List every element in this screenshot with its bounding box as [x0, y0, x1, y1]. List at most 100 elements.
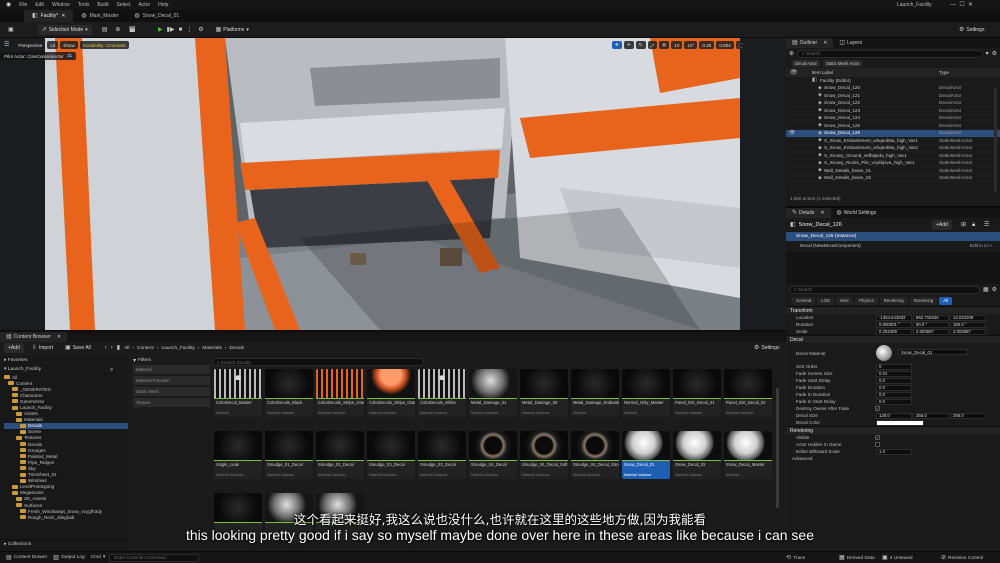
- add-button[interactable]: +Add: [4, 343, 24, 353]
- blueprint-icon[interactable]: ⊞: [961, 222, 966, 228]
- asset-tile[interactable]: ColorDecals_White Material Instance: [418, 369, 466, 417]
- menu-item-select[interactable]: Select: [117, 2, 131, 8]
- asset-tile[interactable]: Snow_Decal_02 Material Instance: [673, 431, 721, 479]
- content-drawer-button[interactable]: ▤ Content Drawer: [6, 555, 47, 561]
- actor-name[interactable]: Snow_Decal_126: [799, 222, 842, 228]
- location-x[interactable]: -1364.543832: [876, 314, 912, 321]
- asset-tile[interactable]: Metal_Damage_01 Material Instance: [469, 369, 517, 417]
- add-component-button[interactable]: +Add: [932, 220, 952, 230]
- outliner-search-input[interactable]: ⌕ Search: [797, 49, 983, 58]
- tab-layers[interactable]: ◫ Layers: [833, 38, 868, 48]
- outliner-row[interactable]: ◈ Snow_Decal_123 DecalActor: [786, 107, 1000, 115]
- gear-icon[interactable]: ⚙: [992, 287, 997, 293]
- close-icon[interactable]: ✕: [61, 13, 65, 19]
- filter-item[interactable]: Material: [133, 365, 210, 374]
- outliner-row[interactable]: ◈ S_Snow_Embankment_whqeob5a_high_Var2 Sta…: [786, 145, 1000, 153]
- play-options-icon[interactable]: ⋮: [186, 27, 192, 33]
- rotation-y[interactable]: 90.0 °: [913, 321, 949, 328]
- rotation-z[interactable]: 180.0 °: [950, 321, 986, 328]
- menu-icon[interactable]: ☰: [984, 222, 989, 228]
- outliner-row[interactable]: ◈ Wall_Details_beam_02 StaticMeshActor: [786, 175, 1000, 183]
- component-row[interactable]: Decal (NewDecalComponent) Edit in C++: [786, 241, 1000, 250]
- billboard-value[interactable]: 1.0: [876, 448, 912, 455]
- filter-chip[interactable]: Static Mesh Actor: [822, 60, 863, 67]
- asset-tile[interactable]: Snow_Decal_01 Material Instance: [622, 431, 670, 479]
- unsaved-button[interactable]: ▣ 4 Unsaved: [882, 555, 913, 561]
- decal-size-x[interactable]: 128.0: [876, 412, 912, 419]
- import-button[interactable]: ⇩ Import: [28, 343, 57, 353]
- search-icon[interactable]: ⌕: [110, 367, 113, 373]
- property-value[interactable]: 0.0: [876, 377, 912, 384]
- location-y[interactable]: 862.718346: [913, 314, 949, 321]
- transform-section[interactable]: Transform: [786, 306, 1000, 314]
- property-value[interactable]: 0.0: [876, 384, 912, 391]
- show-button[interactable]: Show: [60, 41, 78, 49]
- decal-size-z[interactable]: 256.0: [950, 412, 986, 419]
- scale-snap-button[interactable]: 0.25: [699, 41, 715, 49]
- filter-tab-streaming[interactable]: Streaming: [909, 296, 938, 305]
- decal-size-y[interactable]: 256.0: [913, 412, 949, 419]
- world-icon[interactable]: ◍: [659, 41, 670, 49]
- selection-mode-button[interactable]: ➚ Selection Mode ▾: [37, 24, 92, 35]
- play-icon[interactable]: ▶: [158, 27, 163, 33]
- grid-snap-button[interactable]: 10: [671, 41, 683, 49]
- asset-tile[interactable]: Snow_Decal_Master Material: [724, 431, 772, 479]
- property-value[interactable]: 0.0: [876, 398, 912, 405]
- asset-tile[interactable]: Panel_Dirt_Decal_02 Material Instance: [724, 369, 772, 417]
- decal-color-swatch[interactable]: [876, 419, 924, 426]
- asset-tile[interactable]: Smudge_04_Decal_Soft Material Instance: [520, 431, 568, 479]
- asset-search-input[interactable]: ⌕ Search Decals: [212, 358, 424, 366]
- filter-item[interactable]: Material Function: [133, 376, 210, 385]
- breadcrumb-item[interactable]: All: [124, 346, 129, 351]
- filter-tab-rendering[interactable]: Rendering: [879, 296, 908, 305]
- asset-tile[interactable]: ColorDecal_Master Material: [214, 369, 262, 417]
- grid-view-icon[interactable]: ▦: [983, 287, 989, 293]
- tab-content-browser[interactable]: ▤ Content Browser ✕: [0, 332, 68, 342]
- lit-button[interactable]: Lit: [47, 41, 59, 49]
- settings-button[interactable]: ⚙ Settings: [955, 25, 988, 35]
- material-thumbnail[interactable]: [876, 345, 892, 361]
- save-all-button[interactable]: ▣ Save All: [61, 343, 95, 353]
- breadcrumb-item[interactable]: Decals: [230, 346, 245, 351]
- outliner-scrollbar[interactable]: [994, 88, 997, 192]
- property-value[interactable]: 0.0: [876, 391, 912, 398]
- asset-tile[interactable]: Smudge_03_Decal Material Instance: [367, 431, 415, 479]
- filter-tab-misc[interactable]: Misc: [836, 296, 853, 305]
- menu-item-help[interactable]: Help: [158, 2, 168, 8]
- edit-in-cpp-link[interactable]: Edit in C++: [970, 243, 993, 248]
- back-icon[interactable]: ‹: [105, 345, 107, 351]
- maximize-icon[interactable]: ⛶: [735, 41, 746, 49]
- trace-button[interactable]: ⟲ Trace: [786, 555, 805, 561]
- breadcrumb-item[interactable]: Content: [137, 346, 154, 351]
- content-settings-button[interactable]: ⚙ Settings: [750, 343, 783, 353]
- level-viewport[interactable]: ☰ Perspective Lit Show Scalability: Cine…: [0, 38, 786, 330]
- asset-tile[interactable]: Smudge_04_Decal Material Instance: [469, 431, 517, 479]
- cmd-button[interactable]: Cmd ▾: [91, 555, 106, 560]
- content-icon[interactable]: ▤: [102, 27, 108, 33]
- eye-icon[interactable]: 👁︎: [789, 130, 795, 136]
- asset-tile[interactable]: ColorDecals_Stripe_Orange Material Instan…: [316, 369, 364, 417]
- revision-control-button[interactable]: ⊘ Revision Control: [941, 555, 983, 561]
- camera-speed-button[interactable]: 0.904: [716, 41, 734, 49]
- console-input[interactable]: Enter Console Command: [109, 553, 200, 562]
- lock-icon[interactable]: 🔒︎: [972, 222, 975, 228]
- outliner-row[interactable]: ◈ S_Snowy_Rocks_Pile_vcykbjsva_high_Var1 S…: [786, 160, 1000, 168]
- asset-tile[interactable]: ColorDecals_Black Material Instance: [265, 369, 313, 417]
- platforms-button[interactable]: ▦ Platforms ▾: [212, 25, 253, 35]
- stop-icon[interactable]: ■: [179, 27, 183, 33]
- asset-tile[interactable]: Single_Leak Material Instance: [214, 431, 262, 479]
- scale-z[interactable]: 2.003687: [950, 328, 986, 335]
- project-header[interactable]: ▾ Launch_Facility ⌕: [0, 365, 128, 374]
- outliner-row[interactable]: ◧ Facility (Editor): [786, 77, 1000, 85]
- breadcrumb-item[interactable]: Launch_Facility: [161, 346, 194, 351]
- angle-snap-button[interactable]: 10°: [684, 41, 698, 49]
- blueprint-icon[interactable]: ⊕: [115, 27, 120, 33]
- output-log-button[interactable]: ▥ Output Log: [53, 555, 84, 561]
- property-value[interactable]: 0.01: [876, 370, 912, 377]
- scale-y[interactable]: 2.003687: [913, 328, 949, 335]
- close-icon[interactable]: ✕: [820, 210, 824, 216]
- asset-tile[interactable]: Smudge_03_Decal Material Instance: [418, 431, 466, 479]
- outliner-row[interactable]: ◈ Snow_Decal_124 DecalActor: [786, 115, 1000, 123]
- filter-tab-lod[interactable]: LOD: [817, 296, 835, 305]
- scale-tool-icon[interactable]: ⤢: [647, 41, 658, 49]
